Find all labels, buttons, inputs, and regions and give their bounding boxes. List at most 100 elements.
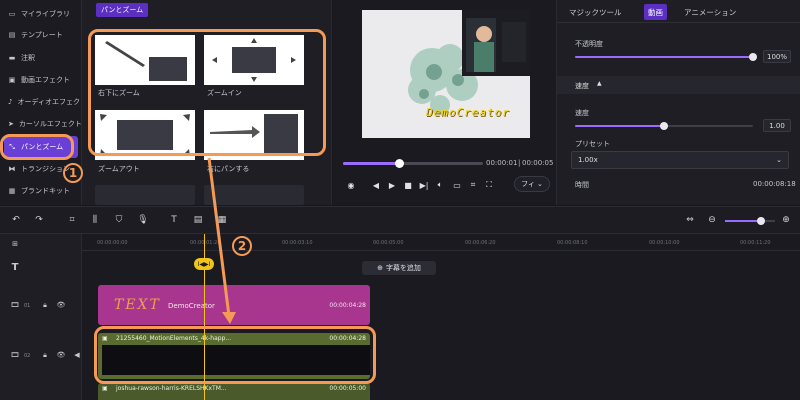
- progress-fill: [343, 162, 399, 165]
- playback-progress[interactable]: [343, 159, 483, 168]
- preset-thumb-zoom-in[interactable]: [204, 35, 304, 85]
- text-clip[interactable]: TEXT DemoCreator 00:00:04:28: [98, 285, 370, 325]
- ruler-tick: 00:00:08:10: [557, 240, 588, 246]
- frame-thumbnail: [312, 345, 342, 375]
- eye-icon[interactable]: 👁︎: [56, 300, 66, 310]
- duration-value: 00:00:08:18: [753, 180, 796, 188]
- sidebar-item-video-effects[interactable]: ▣ 動画エフェクト: [4, 69, 78, 91]
- play-icon[interactable]: ▶: [386, 179, 398, 191]
- caption-icon[interactable]: ▤: [192, 214, 204, 226]
- preview-canvas: DemoCreator: [362, 10, 530, 138]
- opacity-value[interactable]: 100%: [763, 50, 791, 63]
- text-box-icon[interactable]: T: [168, 214, 180, 226]
- speed-section-header[interactable]: 速度 ▲: [557, 76, 800, 94]
- speed-value[interactable]: 1.00: [763, 119, 791, 132]
- crop-icon[interactable]: ⌗: [66, 214, 78, 226]
- sidebar-item-label: テンプレート: [21, 31, 63, 39]
- tab-animation[interactable]: アニメーション: [680, 4, 740, 20]
- volume-icon[interactable]: 🔈︎: [434, 179, 446, 191]
- speed-knob[interactable]: [660, 122, 668, 130]
- zoom-in-icon[interactable]: ⊕: [780, 214, 792, 226]
- sidebar-item-my-library[interactable]: ▭ マイライブラリ: [4, 3, 78, 25]
- preset-thumb[interactable]: [95, 185, 195, 205]
- annotation-icon: ▬: [8, 54, 16, 62]
- lock-icon[interactable]: 🔒︎: [40, 350, 50, 360]
- timeline-zoom-slider[interactable]: [725, 217, 775, 225]
- track-number: 01: [24, 303, 31, 309]
- ai-caption-icon[interactable]: ▦: [216, 214, 228, 226]
- preset-thumb-pan-right[interactable]: [204, 110, 304, 160]
- sidebar-item-label: パンとズーム: [21, 143, 64, 151]
- zoom-bottom-right-preview: [95, 35, 195, 85]
- sidebar-item-brand-kit[interactable]: ▦ ブランドキット: [4, 180, 78, 202]
- undo-icon[interactable]: ↶: [10, 214, 22, 226]
- redo-icon[interactable]: ↷: [33, 214, 45, 226]
- ruler-tick: 00:00:03:10: [282, 240, 313, 246]
- eye-icon[interactable]: 👁︎: [56, 350, 66, 360]
- duration-label: 時間: [575, 181, 589, 189]
- mark-icon[interactable]: ⛉: [113, 214, 125, 226]
- opacity-label: 不透明度: [575, 40, 603, 48]
- fit-timeline-icon[interactable]: ⇔: [684, 214, 696, 226]
- video-icon: ▣: [102, 335, 108, 342]
- add-track-icon[interactable]: ⊞: [10, 239, 20, 249]
- ruler-tick: 00:00:05:00: [373, 240, 404, 246]
- video-clip[interactable]: ▣ 21255460_MotionElements_4k-happ... 00:…: [98, 333, 370, 379]
- ruler-tick: 00:00:06:20: [465, 240, 496, 246]
- preset-label: 右にパンする: [207, 165, 250, 173]
- camera-icon[interactable]: ◉: [345, 179, 357, 191]
- fit-dropdown[interactable]: フィ ⌄: [514, 176, 550, 192]
- add-subtitle-button[interactable]: ⊕ 字幕を追加: [362, 261, 436, 275]
- preset-label: ズームイン: [207, 89, 242, 97]
- tab-magic-tools[interactable]: マジックツール: [565, 4, 626, 20]
- media-panel: パンとズーム 右下にズーム ズームイン ズームアウト 右にパンする: [82, 0, 332, 205]
- aspect-ratio-icon[interactable]: ▭: [451, 179, 463, 191]
- preset-thumb-zoom-out[interactable]: [95, 110, 195, 160]
- preset-label: ズームアウト: [98, 165, 140, 173]
- step-badge-1: 1: [63, 163, 83, 183]
- crop-icon[interactable]: ⌗: [467, 179, 479, 191]
- preset-thumb-zoom-bottom-right[interactable]: [95, 35, 195, 85]
- split-icon[interactable]: ⫼: [89, 214, 101, 226]
- video-clip[interactable]: ▣ joshua-rawson-harris-KRELSHKxTM... 00:…: [98, 383, 370, 400]
- preset-dropdown[interactable]: 1.00x ⌄: [571, 151, 789, 169]
- sidebar-item-label: オーディオエフェクト: [17, 98, 87, 106]
- sidebar-item-templates[interactable]: ▤ テンプレート: [4, 24, 78, 46]
- zoom-out-icon[interactable]: ⊖: [706, 214, 718, 226]
- stop-icon[interactable]: ■: [402, 179, 414, 191]
- mic-icon[interactable]: 🎙︎: [137, 214, 149, 226]
- sidebar-item-label: 動画エフェクト: [21, 76, 70, 84]
- current-time: 00:00:01: [486, 159, 518, 167]
- zoom-in-preview: [204, 35, 304, 85]
- text-clip-title: DemoCreator: [168, 302, 215, 310]
- opacity-knob[interactable]: [749, 53, 757, 61]
- frame-thumbnail: [162, 345, 192, 375]
- video-clip-duration: 00:00:05:00: [329, 385, 366, 392]
- lock-icon[interactable]: 🔒︎: [40, 300, 50, 310]
- sidebar-item-audio-effects[interactable]: ♪ オーディオエフェクト: [4, 91, 87, 113]
- ruler-tick: 00:00:10:00: [649, 240, 680, 246]
- frame-thumbnail: [102, 345, 132, 375]
- film-icon: 🎞︎: [10, 301, 20, 309]
- opacity-slider[interactable]: [575, 53, 757, 61]
- zoom-knob[interactable]: [757, 217, 765, 225]
- prev-frame-icon[interactable]: ◀: [370, 179, 382, 191]
- pan-right-preview: [204, 110, 304, 160]
- text-track-icon[interactable]: T: [10, 262, 20, 273]
- ruler-line: [82, 250, 800, 251]
- next-frame-icon[interactable]: ▶|: [418, 179, 430, 191]
- tab-video[interactable]: 動画: [644, 4, 667, 20]
- sidebar-item-pan-zoom[interactable]: ⤡ パンとズーム: [4, 136, 78, 158]
- preset-thumb[interactable]: [204, 185, 304, 205]
- sidebar-item-cursor-effects[interactable]: ➤ カーソルエフェクト: [4, 113, 82, 135]
- chevron-down-icon: ⌄: [776, 156, 782, 164]
- speed-slider[interactable]: [575, 122, 753, 130]
- fullscreen-icon[interactable]: ⛶: [483, 179, 495, 191]
- progress-knob[interactable]: [395, 159, 404, 168]
- opacity-fill: [575, 56, 753, 58]
- speaker-icon[interactable]: ◀: [72, 350, 82, 360]
- total-time: 00:00:05: [522, 159, 554, 167]
- playhead-handle[interactable]: I◀▶I: [194, 258, 214, 270]
- zoom-out-preview: [95, 110, 195, 160]
- sidebar-item-annotations[interactable]: ▬ 注釈: [4, 47, 78, 69]
